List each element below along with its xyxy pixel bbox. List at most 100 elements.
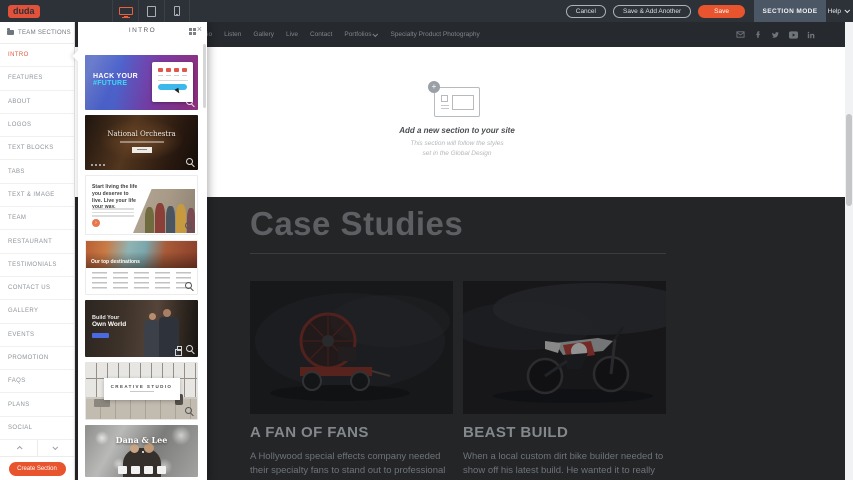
youtube-icon[interactable]	[789, 31, 798, 39]
case-title: BEAST BUILD	[463, 424, 666, 441]
thumb-text: Start living the life you deserve to liv…	[92, 184, 138, 211]
nav-item-listen[interactable]: Listen	[224, 31, 241, 38]
nav-item-contact[interactable]: Contact	[310, 31, 332, 38]
create-section-button[interactable]: Create Section	[9, 462, 66, 476]
scroll-up-button[interactable]	[0, 440, 37, 456]
thumbnail-dana-and-lee[interactable]: Dana & Lee	[85, 425, 198, 477]
toolbar-actions: Cancel Save & Add Another Save	[566, 0, 745, 22]
sidebar-item-faqs[interactable]: FAQS	[0, 370, 74, 393]
magnifier-icon[interactable]	[186, 158, 193, 165]
layers-icon	[177, 346, 182, 351]
magnifier-icon[interactable]	[185, 282, 192, 289]
sidebar-item-testimonials[interactable]: TESTIMONIALS	[0, 254, 74, 277]
sidebar-item-gallery[interactable]: GALLERY	[0, 300, 74, 323]
linkedin-icon[interactable]	[807, 31, 815, 39]
close-icon[interactable]: ×	[195, 24, 204, 35]
panel-scrollbar-thumb[interactable]	[203, 44, 206, 108]
countdown-row	[155, 68, 190, 72]
add-section-plus-button[interactable]: +	[428, 81, 440, 93]
add-section-icon-wrap: +	[434, 87, 480, 117]
nav-item-partial[interactable]: io	[207, 31, 212, 38]
sidebar-item-text-image[interactable]: TEXT & IMAGE	[0, 184, 74, 207]
countdown-boxes	[85, 466, 198, 474]
sidebar-item-promotion[interactable]: PROMOTION	[0, 347, 74, 370]
cursor-icon	[174, 87, 181, 94]
mobile-icon	[174, 6, 180, 16]
thumb-text: HACK YOUR #FUTURE	[93, 73, 138, 87]
desktop-icon	[119, 7, 133, 15]
links-grid	[86, 268, 197, 291]
nav-item-portfolios[interactable]: Portfolios	[344, 31, 378, 38]
sidebar-item-logos[interactable]: LOGOS	[0, 114, 74, 137]
decor-button	[132, 147, 152, 153]
countdown-card	[152, 62, 193, 102]
decor-line	[130, 391, 154, 392]
magnifier-icon[interactable]	[186, 98, 193, 105]
decor-lines	[92, 208, 134, 219]
thumbnail-creative-studio[interactable]: CREATIVE STUDIO	[85, 362, 198, 420]
mobile-view-button[interactable]	[164, 0, 190, 22]
decor-button	[92, 333, 109, 338]
sidebar-item-text-blocks[interactable]: TEXT BLOCKS	[0, 137, 74, 160]
sidebar-item-features[interactable]: FEATURES	[0, 67, 74, 90]
desktop-view-button[interactable]	[112, 0, 138, 22]
save-add-another-button[interactable]: Save & Add Another	[613, 5, 691, 18]
site-social-icons	[736, 22, 815, 47]
thumb-text: Build Your Own World	[92, 315, 126, 328]
case-card-fan[interactable]: A FAN OF FANS A Hollywood special effect…	[250, 281, 453, 480]
decor-input-line	[158, 80, 188, 81]
page-scrollbar-thumb[interactable]	[846, 114, 852, 206]
layout-line	[441, 108, 449, 109]
magnifier-icon[interactable]	[185, 407, 192, 414]
nav-item-live[interactable]: Live	[286, 31, 298, 38]
sidebar-item-intro[interactable]: INTRO	[0, 44, 74, 67]
add-section-subtitle: This section will follow the styles set …	[377, 139, 537, 159]
decor-figure	[163, 309, 171, 317]
twitter-icon[interactable]	[771, 31, 780, 39]
section-mode-badge: SECTION MODE	[754, 0, 826, 22]
section-heading: Case Studies	[250, 205, 666, 243]
magnifier-icon[interactable]	[186, 345, 193, 352]
nav-item-specialty[interactable]: Specialty Product Photography	[390, 31, 479, 38]
magnifier-icon[interactable]	[185, 222, 192, 229]
thumbnail-build-your-own-world[interactable]: Build Your Own World	[85, 300, 198, 357]
thumbnail-start-living[interactable]: Start living the life you deserve to liv…	[85, 175, 198, 235]
tablet-view-button[interactable]	[138, 0, 164, 22]
cancel-button[interactable]: Cancel	[566, 5, 606, 18]
nav-item-gallery[interactable]: Gallery	[253, 31, 274, 38]
thumbnail-top-destinations[interactable]: Our top destinations	[85, 240, 198, 295]
case-card-bike[interactable]: BEAST BUILD When a local custom dirt bik…	[463, 281, 666, 480]
sidebar-item-team[interactable]: TEAM	[0, 207, 74, 230]
device-switcher	[112, 0, 190, 22]
duda-logo[interactable]: duda	[8, 5, 40, 18]
scroll-down-button[interactable]	[37, 440, 74, 456]
sidebar-item-plans[interactable]: PLANS	[0, 393, 74, 416]
chevron-down-icon	[373, 31, 379, 37]
sidebar-item-restaurant[interactable]: RESTAURANT	[0, 230, 74, 253]
grid-view-icon[interactable]	[189, 28, 192, 31]
help-menu[interactable]: Help	[828, 0, 850, 22]
sidebar-header-label: TEAM SECTIONS	[18, 30, 71, 36]
thumb-title: Dana & Lee	[85, 435, 198, 445]
sidebar-item-about[interactable]: ABOUT	[0, 91, 74, 114]
arrow-button: ›	[92, 219, 100, 227]
sidebar-item-events[interactable]: EVENTS	[0, 324, 74, 347]
sidebar-item-contact-us[interactable]: CONTACT US	[0, 277, 74, 300]
studio-card: CREATIVE STUDIO	[104, 378, 180, 400]
email-icon[interactable]	[736, 30, 745, 39]
save-button[interactable]: Save	[698, 5, 745, 18]
facebook-icon[interactable]	[754, 30, 762, 39]
page-scrollbar[interactable]	[845, 22, 853, 480]
sidebar-scroll-buttons	[0, 440, 74, 457]
folder-icon	[7, 30, 14, 35]
thumbnail-hack-your-future[interactable]: HACK YOUR #FUTURE	[85, 55, 198, 110]
sidebar-item-social[interactable]: SOCIAL	[0, 417, 74, 440]
site-nav-items: io Listen Gallery Live Contact Portfolio…	[207, 22, 480, 47]
sidebar-item-tabs[interactable]: TABS	[0, 160, 74, 183]
nav-item-portfolios-label: Portfolios	[344, 31, 371, 38]
layout-line	[441, 105, 449, 106]
section-layout-icon	[434, 87, 480, 117]
tablet-icon	[147, 6, 156, 17]
thumbnail-national-orchestra[interactable]: National Orchestra	[85, 115, 198, 170]
thumb-title: Our top destinations	[91, 259, 140, 265]
